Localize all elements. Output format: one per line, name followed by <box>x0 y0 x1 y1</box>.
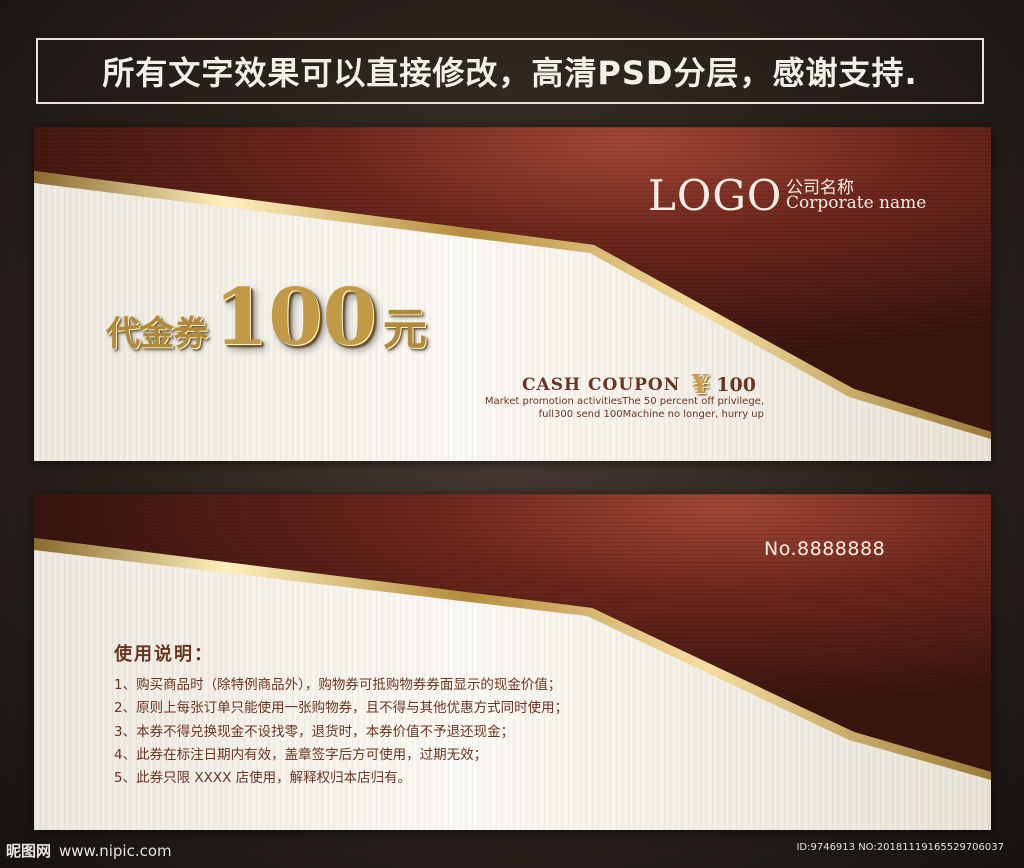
promo-line-1: Market promotion activitiesThe 50 percen… <box>484 396 764 407</box>
watermark-site-name: 昵图网 <box>6 842 52 860</box>
promo-text: Market promotion activitiesThe 50 percen… <box>434 395 764 421</box>
voucher-prefix: 代金券 <box>106 314 208 354</box>
watermark-url[interactable]: www.nipic.com <box>59 842 172 860</box>
voucher-amount: 100 <box>214 272 377 363</box>
usage-rules: 1、购买商品时（除特例商品外），购物券可抵购物券券面显示的现金价值； 2、原则上… <box>114 674 568 790</box>
company-name-en: Corporate name <box>786 193 927 213</box>
promo-line-2: full300 send 100Machine no longer, hurry… <box>538 409 764 420</box>
cash-amount: 100 <box>716 374 756 396</box>
top-banner: 所有文字效果可以直接修改，高清PSD分层，感谢支持. <box>36 38 984 104</box>
voucher-unit: 元 <box>382 304 427 355</box>
rule-item: 5、此券只限 XXXX 店使用，解释权归本店归有。 <box>114 770 412 787</box>
rule-item: 1、购买商品时（除特例商品外），购物券可抵购物券券面显示的现金价值； <box>114 677 562 693</box>
logo: LOGO <box>648 171 783 220</box>
banner-text: 所有文字效果可以直接修改，高清PSD分层，感谢支持. <box>102 54 918 92</box>
cash-coupon-label: CASH COUPON <box>522 375 681 395</box>
coupon-front: LOGO 公司名称 Corporate name 代金券 100 元 CASH … <box>34 127 991 461</box>
watermark-left: 昵图网 www.nipic.com <box>6 840 172 861</box>
voucher-title: 代金券 100 元 <box>106 279 427 357</box>
watermark-id: ID:9746913 NO:20181119165529706037 <box>796 842 1004 853</box>
rule-item: 2、原则上每张订单只能使用一张购物券，且不得与其他优惠方式同时使用； <box>114 700 569 717</box>
rule-item: 4、此券在标注日期内有效，盖章签字后方可使用，过期无效； <box>114 746 488 763</box>
coupon-back: No.8888888 使用说明： 1、购买商品时（除特例商品外），购物券可抵购物… <box>34 494 991 830</box>
serial-number: No.8888888 <box>764 538 886 560</box>
usage-title: 使用说明： <box>114 644 214 665</box>
rule-item: 3、本券不得兑换现金不设找零，退货时，本券价值不予退还现金； <box>114 723 515 740</box>
